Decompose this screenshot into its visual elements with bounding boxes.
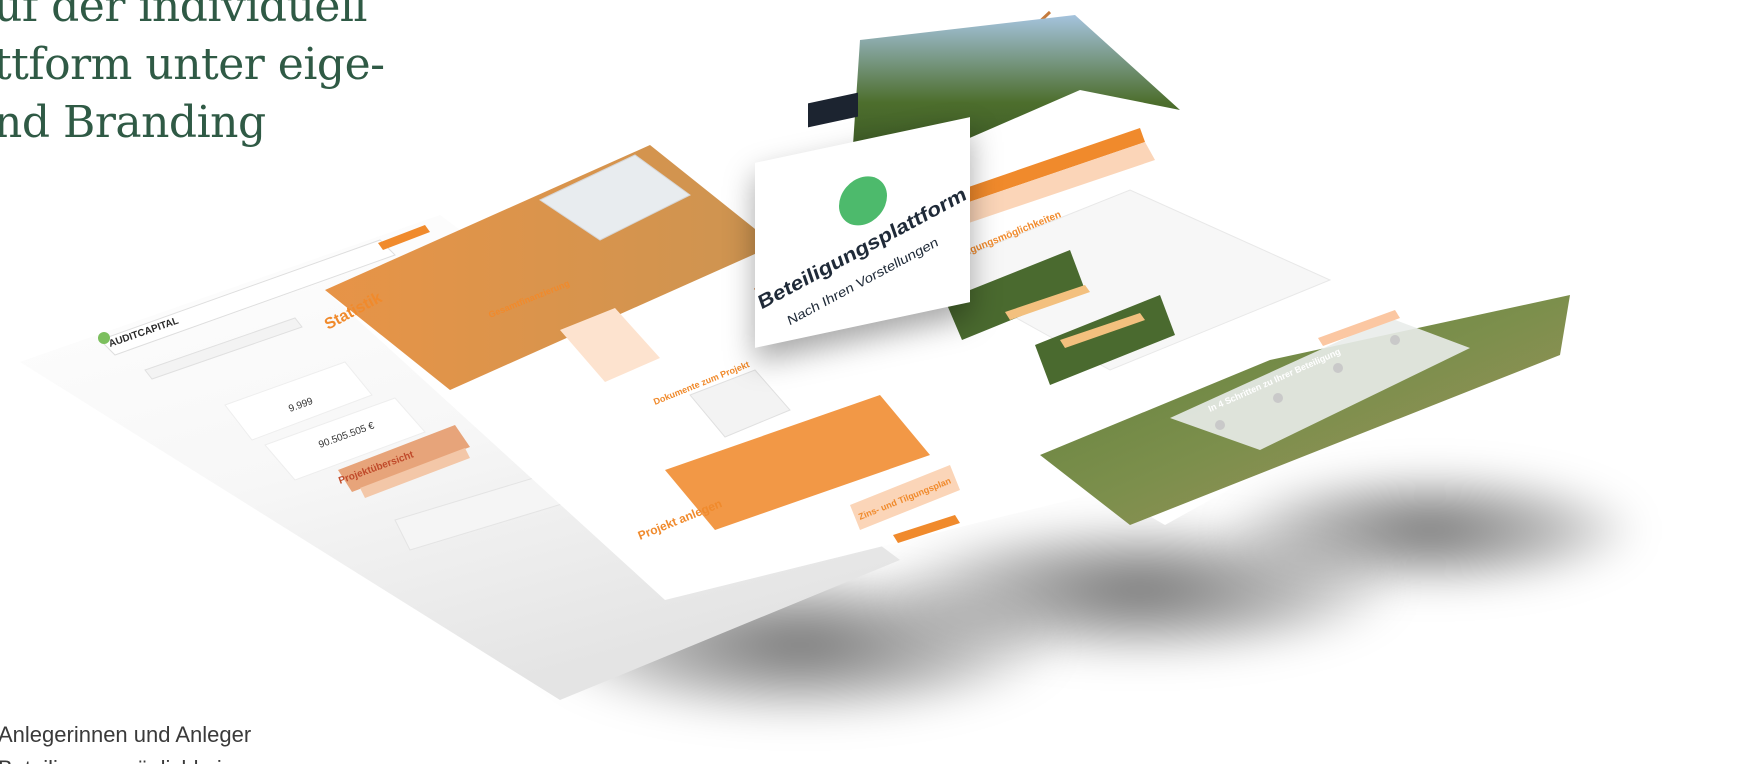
- step-3-icon: [1333, 363, 1343, 373]
- mockup-scene: AUDITCAPITAL Statistik 9.999 90.505.505 …: [0, 0, 1756, 764]
- mockup-screens: AUDITCAPITAL Statistik 9.999 90.505.505 …: [20, 10, 1570, 700]
- step-1-icon: [1215, 420, 1225, 430]
- step-4-icon: [1390, 335, 1400, 345]
- step-2-icon: [1273, 393, 1283, 403]
- platform-logo-icon: [838, 171, 887, 230]
- popup-pointer: [842, 268, 866, 282]
